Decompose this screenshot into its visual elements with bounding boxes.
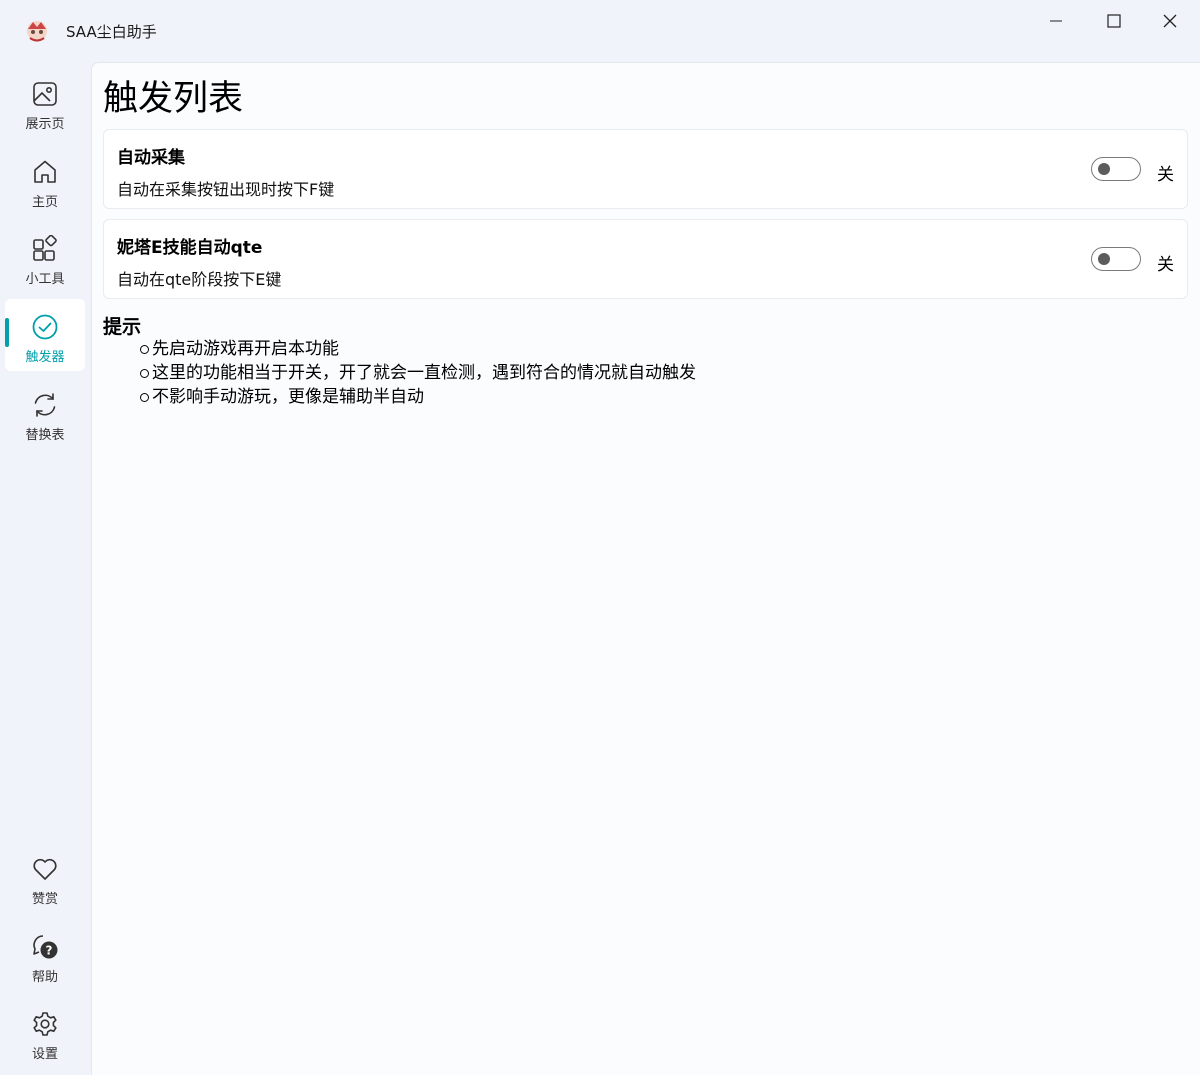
toggle-state-label: 关 bbox=[1157, 255, 1174, 275]
active-indicator bbox=[5, 318, 9, 347]
list-item: 这里的功能相当于开关，开了就会一直检测，遇到符合的情况就自动触发 bbox=[140, 361, 696, 385]
trigger-title: 妮塔E技能自动qte bbox=[117, 238, 263, 258]
trigger-card-nita-qte: 妮塔E技能自动qte 自动在qte阶段按下E键 关 bbox=[103, 219, 1188, 299]
toggle-knob bbox=[1098, 163, 1110, 175]
auto-collect-toggle[interactable] bbox=[1091, 157, 1141, 181]
sidebar-item-home[interactable]: 主页 bbox=[5, 149, 85, 221]
sidebar-item-label: 帮助 bbox=[31, 970, 58, 985]
sidebar-item-trigger[interactable]: 触发器 bbox=[5, 299, 85, 371]
maximize-button[interactable] bbox=[1099, 10, 1129, 32]
sidebar-item-label: 展示页 bbox=[25, 117, 65, 132]
close-icon bbox=[1163, 14, 1177, 28]
window-title: SAA尘白助手 bbox=[66, 23, 157, 41]
tip-text: 先启动游戏再开启本功能 bbox=[152, 339, 339, 359]
trigger-description: 自动在qte阶段按下E键 bbox=[117, 270, 282, 289]
maximize-icon bbox=[1107, 14, 1121, 28]
close-button[interactable] bbox=[1155, 10, 1185, 32]
tips-list: 先启动游戏再开启本功能 这里的功能相当于开关，开了就会一直检测，遇到符合的情况就… bbox=[140, 337, 696, 409]
gear-icon bbox=[30, 1009, 60, 1039]
tips-heading: 提示 bbox=[103, 316, 142, 338]
tip-text: 不影响手动游玩，更像是辅助半自动 bbox=[152, 387, 424, 407]
sidebar-item-showcase[interactable]: 展示页 bbox=[5, 71, 85, 143]
home-icon bbox=[30, 157, 60, 187]
sync-icon bbox=[30, 390, 60, 420]
sidebar-item-label: 赞赏 bbox=[31, 892, 58, 907]
list-item: 不影响手动游玩，更像是辅助半自动 bbox=[140, 385, 696, 409]
sidebar-item-label: 替换表 bbox=[25, 428, 65, 443]
sidebar-item-tools[interactable]: 小工具 bbox=[5, 226, 85, 298]
trigger-card-auto-collect: 自动采集 自动在采集按钮出现时按下F键 关 bbox=[103, 129, 1188, 209]
app-logo-icon bbox=[27, 21, 47, 42]
bullet-icon bbox=[140, 345, 149, 354]
toggle-knob bbox=[1098, 253, 1110, 265]
sidebar-item-donate[interactable]: 赞赏 bbox=[5, 846, 85, 918]
page-title: 触发列表 bbox=[103, 79, 244, 119]
tip-text: 这里的功能相当于开关，开了就会一直检测，遇到符合的情况就自动触发 bbox=[152, 363, 696, 383]
sidebar: 展示页 主页 小工具 触发器 替换表 赞赏 ? 帮助 设置 bbox=[0, 60, 90, 1075]
bullet-icon bbox=[140, 369, 149, 378]
sidebar-item-help[interactable]: ? 帮助 bbox=[5, 924, 85, 996]
list-item: 先启动游戏再开启本功能 bbox=[140, 337, 696, 361]
image-icon bbox=[30, 79, 60, 109]
trigger-description: 自动在采集按钮出现时按下F键 bbox=[117, 180, 335, 199]
sidebar-item-settings[interactable]: 设置 bbox=[5, 1001, 85, 1073]
check-circle-icon bbox=[30, 312, 60, 342]
svg-text:?: ? bbox=[46, 944, 53, 958]
sidebar-item-label: 设置 bbox=[31, 1047, 58, 1062]
apps-icon bbox=[30, 234, 60, 264]
sidebar-item-label: 主页 bbox=[31, 195, 58, 210]
sidebar-item-label: 触发器 bbox=[25, 350, 65, 365]
sidebar-item-label: 小工具 bbox=[25, 272, 65, 287]
minimize-button[interactable] bbox=[1041, 10, 1071, 32]
heart-icon bbox=[30, 854, 60, 884]
bullet-icon bbox=[140, 393, 149, 402]
trigger-title: 自动采集 bbox=[117, 148, 185, 168]
help-chat-icon: ? bbox=[30, 932, 60, 962]
main-content: 触发列表 自动采集 自动在采集按钮出现时按下F键 关 妮塔E技能自动qte 自动… bbox=[91, 62, 1200, 1075]
minimize-icon bbox=[1050, 20, 1062, 22]
sidebar-item-replace-table[interactable]: 替换表 bbox=[5, 382, 85, 454]
toggle-state-label: 关 bbox=[1157, 165, 1174, 185]
title-bar: SAA尘白助手 bbox=[0, 0, 1200, 60]
nita-qte-toggle[interactable] bbox=[1091, 247, 1141, 271]
